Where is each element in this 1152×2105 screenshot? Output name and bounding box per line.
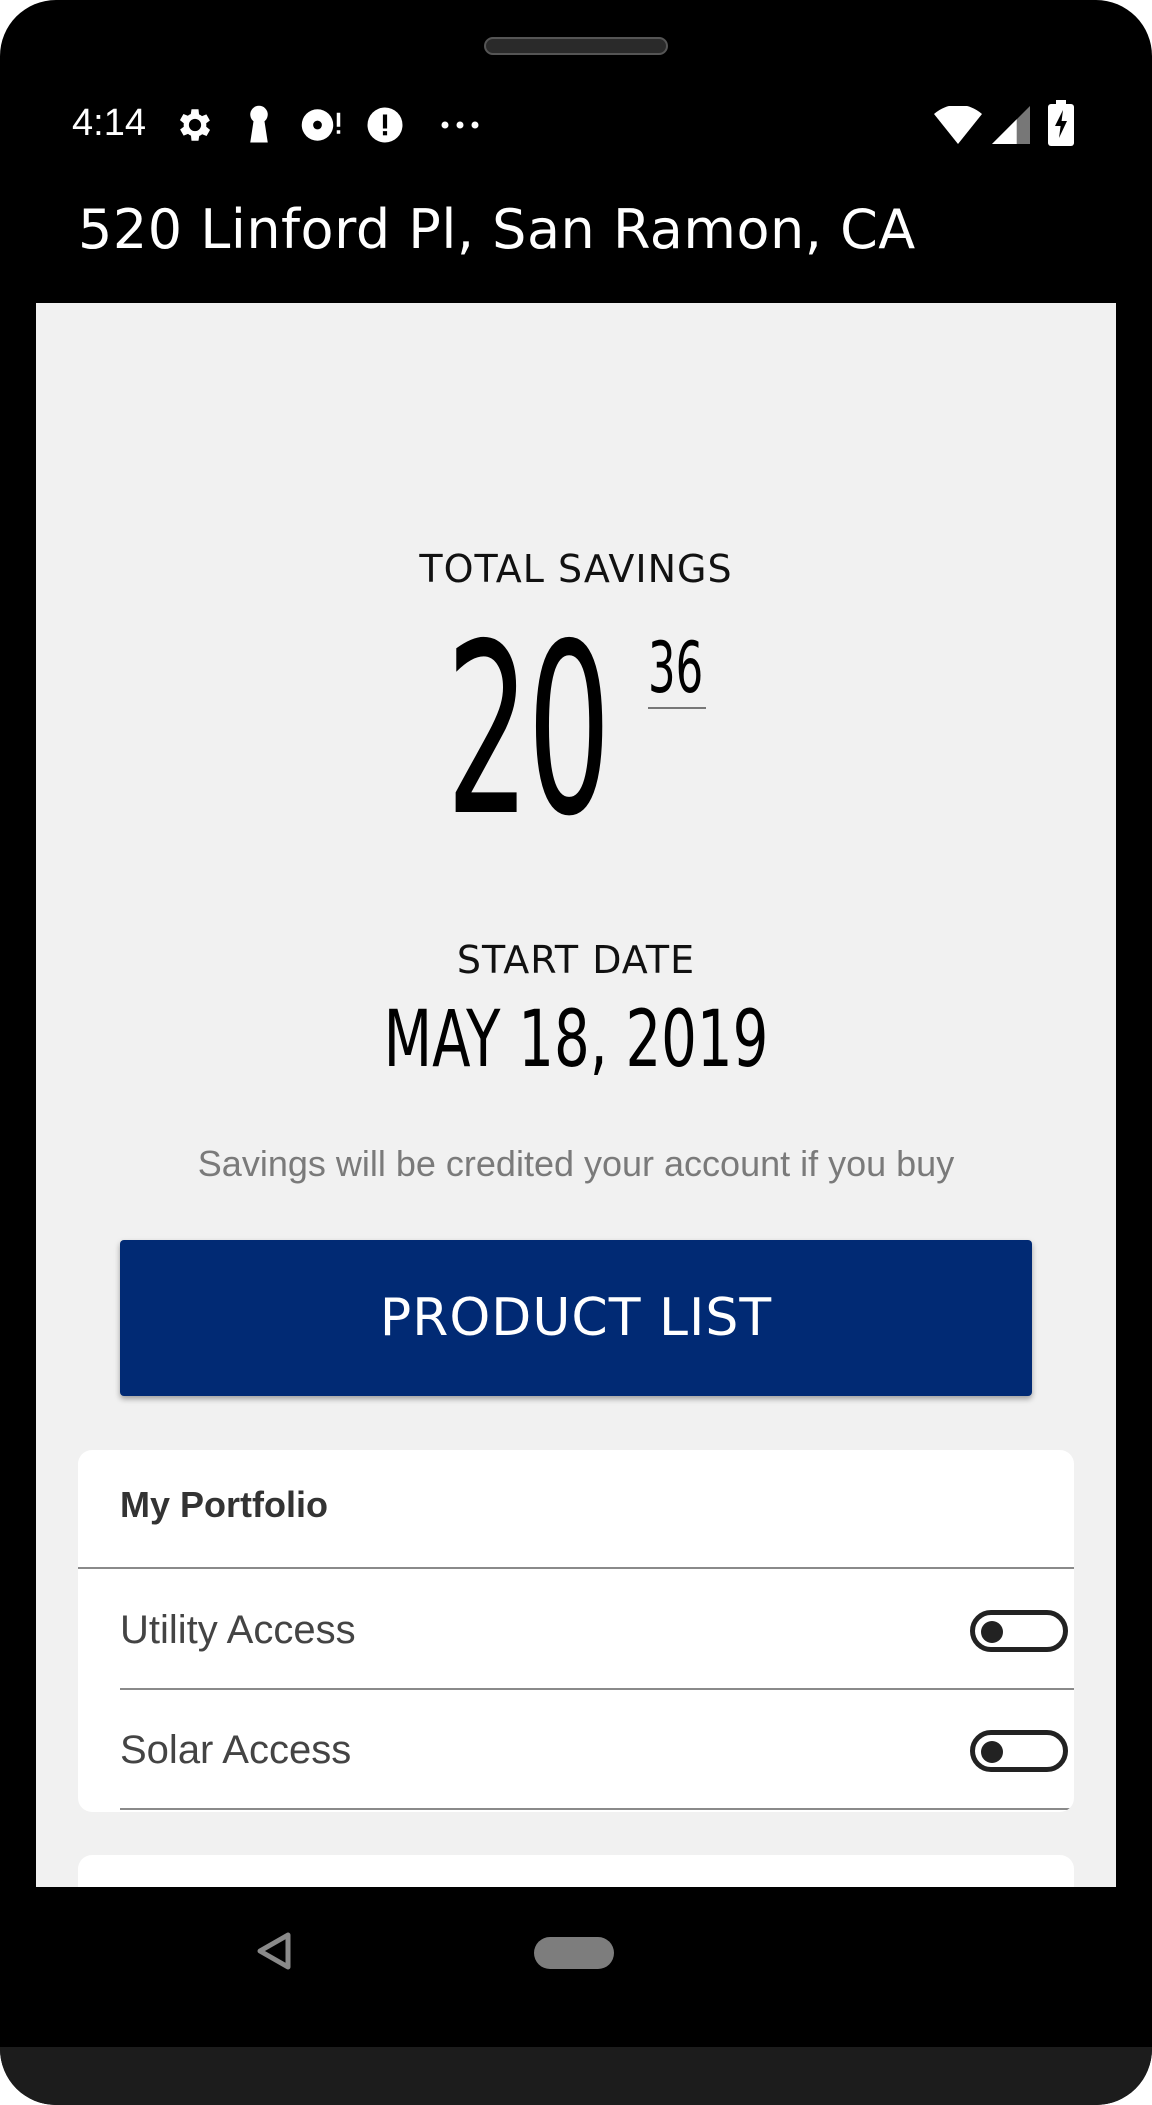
app-content[interactable]: TOTAL SAVINGS 20 36 START DATE MAY 18, 2…	[36, 303, 1116, 1887]
device-chin	[0, 2047, 1152, 2105]
keyhole-icon	[250, 105, 268, 143]
utility-access-label: Utility Access	[120, 1608, 356, 1652]
page-title: 520 Linford Pl, San Ramon, CA	[78, 198, 916, 261]
solar-access-label: Solar Access	[120, 1728, 352, 1772]
device-frame: 4:14 520 Linford Pl, San Ramon, CA TOTAL…	[0, 0, 1152, 2105]
portfolio-card: My Portfolio Utility Access Solar Access	[78, 1450, 1074, 1812]
total-savings-amount: 20	[446, 593, 611, 868]
speaker-grille	[484, 37, 668, 55]
row-divider	[120, 1688, 1074, 1690]
start-date-label: START DATE	[456, 938, 696, 982]
gear-icon	[179, 109, 211, 141]
toggle-knob	[981, 1741, 1003, 1763]
cell-signal-icon	[992, 106, 1030, 144]
notification-disc-icon	[301, 109, 341, 141]
card-header-divider	[78, 1567, 1074, 1569]
solar-access-toggle[interactable]	[970, 1730, 1068, 1772]
total-savings-label: TOTAL SAVINGS	[419, 547, 733, 591]
home-pill-icon[interactable]	[534, 1937, 614, 1969]
product-list-button[interactable]: PRODUCT LIST	[120, 1240, 1032, 1396]
more-dots-icon	[441, 121, 479, 129]
navigation-bar	[0, 1887, 1152, 2047]
toggle-knob	[981, 1621, 1003, 1643]
back-icon[interactable]	[256, 1931, 292, 1971]
row-divider	[120, 1808, 1074, 1810]
status-time: 4:14	[72, 102, 146, 144]
total-savings-cents: 36	[648, 627, 704, 709]
status-bar: 4:14	[0, 90, 1152, 160]
secondary-card	[78, 1855, 1074, 1887]
wifi-icon	[934, 106, 982, 144]
utility-access-toggle[interactable]	[970, 1610, 1068, 1652]
cents-underline	[648, 707, 706, 709]
savings-note: Savings will be credited your account if…	[197, 1143, 955, 1184]
portfolio-title: My Portfolio	[120, 1484, 328, 1525]
battery-charging-icon	[1048, 100, 1074, 146]
alert-icon	[367, 107, 403, 143]
start-date-value: MAY 18, 2019	[383, 995, 769, 1085]
